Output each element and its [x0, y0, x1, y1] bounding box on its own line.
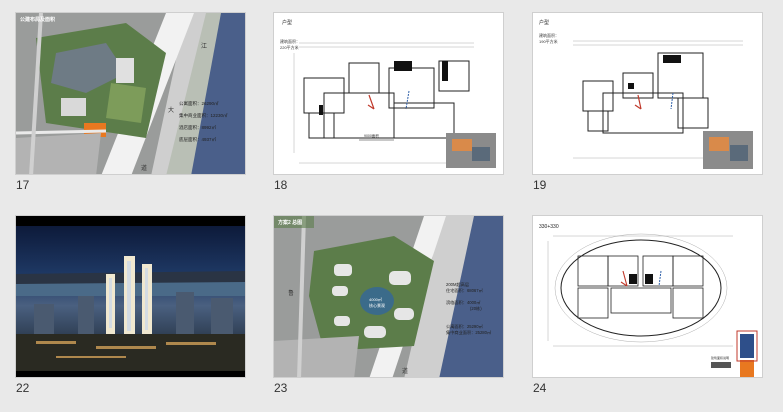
stat-line: 公寓面积：26290㎡ [179, 101, 219, 106]
slide-thumbnail-23[interactable]: 方案2 总图 4000㎡ 核心景观 200M超高层 住宅面积：68067㎡ 滨临… [273, 215, 504, 378]
plan-heading: 户型 [282, 20, 293, 26]
landscape-area-name: 核心景观 [369, 303, 385, 308]
road-label: 道 [402, 369, 409, 375]
floor-plan-image [533, 13, 762, 174]
floor-plan-image [533, 216, 762, 377]
stat-line: 集中商业面积：12230㎡ [179, 113, 228, 118]
floor-plan-image [274, 13, 503, 174]
slide-thumbnail-19[interactable]: 户型 建筑面积： 190平方米 [532, 12, 763, 175]
site-plan-image [274, 216, 503, 377]
road-label: 鲁 [288, 291, 295, 297]
stat-line: 底层面积：4937㎡ [179, 137, 217, 142]
slide-sorter-view: { "slides": [ { "number": "17", "title":… [0, 0, 783, 412]
site-plan-image [16, 13, 245, 174]
slide-number: 23 [274, 381, 288, 395]
slide-number: 22 [16, 381, 30, 395]
dimension-note: 9000面积 [364, 134, 379, 138]
plan-logo: 方案2 总图 [278, 220, 303, 226]
slide-number: 18 [274, 178, 288, 192]
slide-thumbnail-18[interactable]: 户型 建筑面积： 220平方米 9000面积 [273, 12, 504, 175]
plan-heading: 户型 [539, 20, 550, 26]
plan-area-value: 220平方米 [280, 45, 299, 50]
plan-heading: 330+330 [539, 224, 559, 230]
slide-thumbnail-17[interactable]: 公建布局及面积 大 道 江 公寓面积：26290㎡ 集中商业面积：12230㎡ … [15, 12, 246, 175]
slide-title: 公建布局及面积 [20, 17, 56, 23]
slide-thumbnail-24[interactable]: 330+330 建筑面积说明 [532, 215, 763, 378]
plan-area-value: 190平方米 [539, 39, 558, 44]
slide-number: 17 [16, 178, 30, 192]
road-label: 江 [201, 44, 208, 50]
stat-line: 酒店面积：8992㎡ [179, 125, 217, 130]
legend-text: 建筑面积说明 [711, 356, 730, 360]
night-rendering-image [16, 216, 245, 377]
slide-number: 24 [533, 381, 547, 395]
stat-line: 住宅面积：68067㎡ [446, 288, 483, 293]
road-label: 大 [168, 108, 175, 114]
slide-number: 19 [533, 178, 547, 192]
road-label: 道 [141, 166, 148, 172]
stat-line: 集中商业面积：25280㎡ [446, 330, 492, 335]
slide-thumbnail-22[interactable] [15, 215, 246, 378]
stat-line: (20栋) [470, 306, 482, 311]
